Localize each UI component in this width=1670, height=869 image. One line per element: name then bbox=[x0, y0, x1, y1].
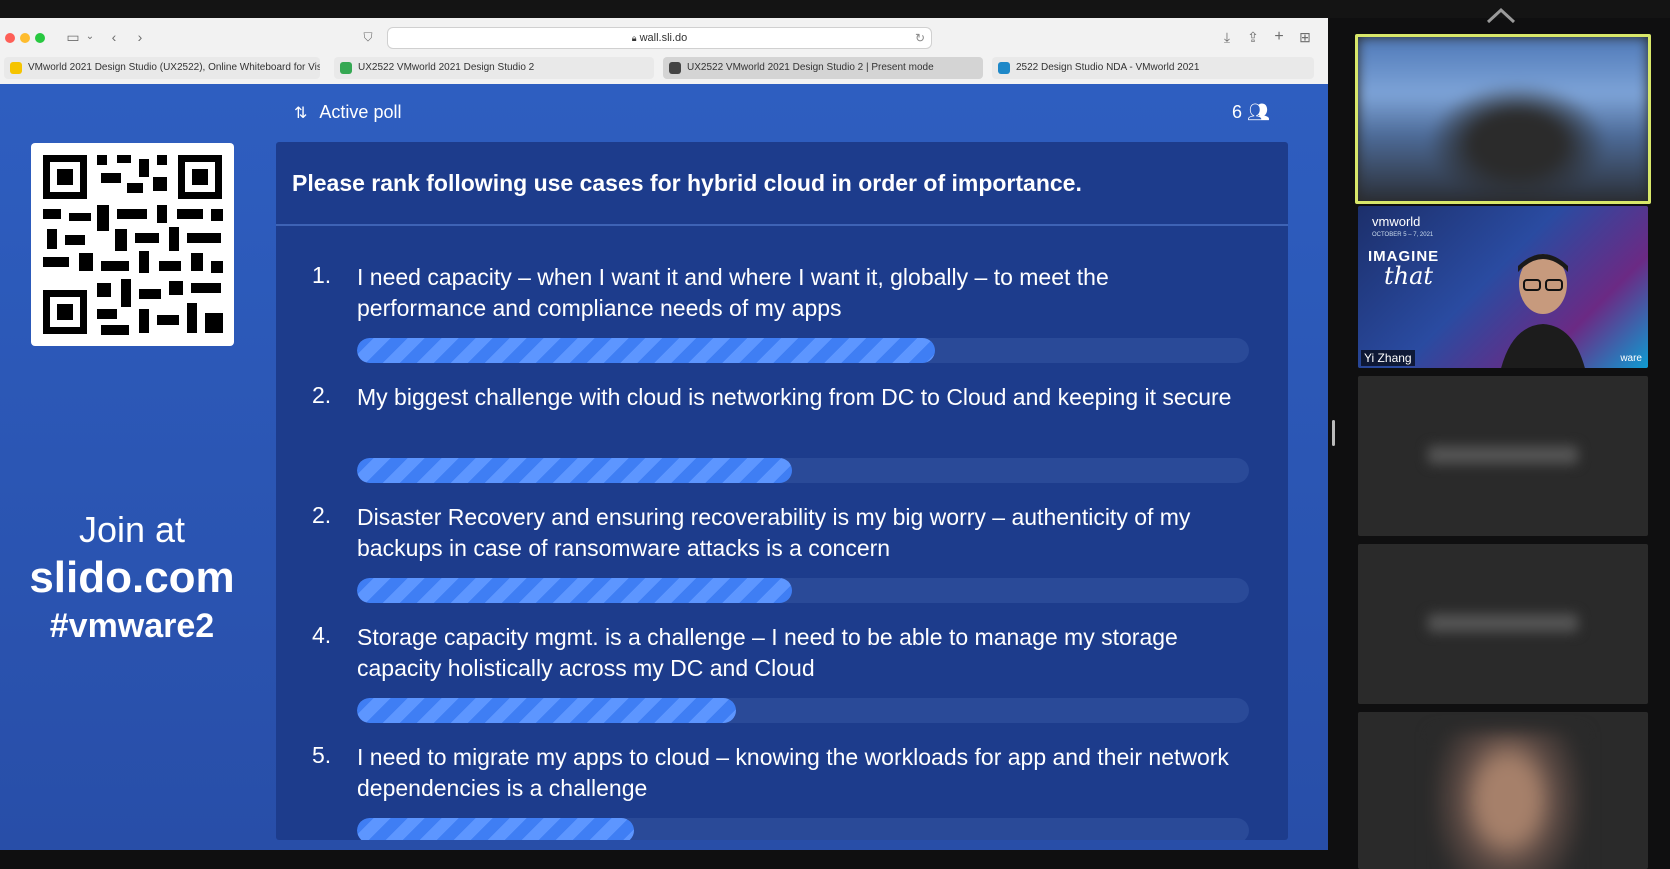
progress-bar bbox=[357, 818, 1249, 840]
that-text: that bbox=[1384, 262, 1434, 290]
option-text: My biggest challenge with cloud is netwo… bbox=[357, 384, 1232, 410]
progress-bar bbox=[357, 698, 1249, 723]
ranking-list: 1. I need capacity – when I want it and … bbox=[276, 262, 1288, 840]
progress-bar bbox=[357, 338, 1249, 363]
rank-number: 4. bbox=[312, 622, 332, 648]
progress-fill bbox=[357, 458, 793, 483]
qr-code-image bbox=[43, 155, 223, 335]
video-tile-participant[interactable] bbox=[1358, 376, 1648, 536]
poll-card: Please rank following use cases for hybr… bbox=[276, 142, 1288, 840]
progress-fill bbox=[357, 698, 737, 723]
tab-label: 2522 Design Studio NDA - VMworld 2021 bbox=[1016, 62, 1200, 73]
video-feed bbox=[1358, 37, 1648, 201]
tab-nda[interactable]: 2522 Design Studio NDA - VMworld 2021 bbox=[992, 57, 1314, 79]
share-icon[interactable]: ⇪ bbox=[1244, 27, 1262, 47]
join-url: slido.com bbox=[29, 553, 235, 602]
reload-icon[interactable]: ↻ bbox=[915, 28, 925, 48]
participant-name: Yi Zhang bbox=[1361, 350, 1415, 366]
back-icon[interactable]: ‹ bbox=[106, 27, 122, 47]
rank-number: 1. bbox=[312, 262, 332, 288]
tab-design-studio[interactable]: UX2522 VMworld 2021 Design Studio 2 bbox=[334, 57, 654, 79]
tab-favicon-icon bbox=[998, 62, 1010, 74]
poll-label: Active poll bbox=[319, 102, 402, 122]
vmworld-logo: vmworld bbox=[1372, 214, 1421, 229]
tab-label: VMworld 2021 Design Studio (UX2522), Onl… bbox=[28, 62, 320, 73]
tab-present-mode[interactable]: UX2522 VMworld 2021 Design Studio 2 | Pr… bbox=[663, 57, 983, 79]
minimize-window-button[interactable] bbox=[20, 33, 30, 43]
tab-overview-icon[interactable]: ⊞ bbox=[1296, 27, 1314, 47]
list-item: 5. I need to migrate my apps to cloud – … bbox=[276, 742, 1288, 840]
speaker-video bbox=[1501, 254, 1585, 368]
list-item: 2. My biggest challenge with cloud is ne… bbox=[276, 382, 1288, 502]
people-icon: 👥︎ bbox=[1247, 102, 1270, 122]
option-text: I need capacity – when I want it and whe… bbox=[357, 264, 1109, 321]
system-top-bar bbox=[0, 0, 1670, 18]
chevron-down-icon[interactable]: ⌄ bbox=[84, 27, 96, 47]
poll-header: ⇅ Active poll bbox=[294, 102, 401, 123]
zoom-window-button[interactable] bbox=[35, 33, 45, 43]
join-at-label: Join at bbox=[78, 509, 186, 550]
qr-code bbox=[31, 143, 234, 346]
forward-icon[interactable]: › bbox=[132, 27, 148, 47]
url-text: wall.sli.do bbox=[639, 32, 688, 44]
progress-fill bbox=[357, 818, 634, 840]
browser-window: ▭ ⌄ ‹ › ⛉ 🔒︎ wall.sli.do ↻ ⤓ ⇪ + ⊞ VMwor… bbox=[0, 18, 1328, 850]
divider bbox=[276, 224, 1288, 226]
swap-arrows-icon: ⇅ bbox=[294, 105, 308, 122]
tab-favicon-icon bbox=[10, 62, 22, 74]
new-tab-icon[interactable]: + bbox=[1270, 27, 1288, 47]
video-feed bbox=[1433, 732, 1583, 869]
participant-name bbox=[1428, 446, 1578, 464]
panel-resize-handle[interactable] bbox=[1332, 420, 1335, 446]
participant-count-value: 6 bbox=[1232, 102, 1243, 122]
brand-tag: ware bbox=[1620, 353, 1642, 364]
rank-number: 2. bbox=[312, 382, 332, 408]
participant-name bbox=[1428, 614, 1578, 632]
tab-bar: VMworld 2021 Design Studio (UX2522), Onl… bbox=[0, 55, 1328, 83]
video-tile-participant[interactable] bbox=[1358, 712, 1648, 869]
sidebar-toggle-icon[interactable]: ▭ bbox=[60, 27, 86, 47]
progress-fill bbox=[357, 338, 936, 363]
rank-number: 5. bbox=[312, 742, 332, 768]
close-window-button[interactable] bbox=[5, 33, 15, 43]
option-text: Disaster Recovery and ensuring recoverab… bbox=[357, 504, 1191, 561]
option-text: I need to migrate my apps to cloud – kno… bbox=[357, 744, 1229, 801]
tab-label: UX2522 VMworld 2021 Design Studio 2 | Pr… bbox=[687, 62, 934, 73]
tab-favicon-icon bbox=[669, 62, 681, 74]
list-item: 2. Disaster Recovery and ensuring recove… bbox=[276, 502, 1288, 622]
tab-whiteboard[interactable]: VMworld 2021 Design Studio (UX2522), Onl… bbox=[4, 57, 320, 79]
progress-bar bbox=[357, 458, 1249, 483]
lock-icon: 🔒︎ bbox=[631, 33, 637, 43]
address-bar[interactable]: 🔒︎ wall.sli.do ↻ bbox=[387, 27, 932, 49]
event-code: #vmware2 bbox=[49, 607, 215, 645]
tab-label: UX2522 VMworld 2021 Design Studio 2 bbox=[358, 62, 535, 73]
slido-presentation: ⇅ Active poll 6 👥︎ Join at slido.com #vm… bbox=[0, 84, 1328, 850]
chevron-up-icon[interactable] bbox=[1486, 6, 1516, 26]
option-text: Storage capacity mgmt. is a challenge – … bbox=[357, 624, 1178, 681]
video-tile-participant[interactable] bbox=[1358, 544, 1648, 704]
list-item: 4. Storage capacity mgmt. is a challenge… bbox=[276, 622, 1288, 742]
list-item: 1. I need capacity – when I want it and … bbox=[276, 262, 1288, 382]
video-tile-yi-zhang[interactable]: vmworld OCTOBER 5 – 7, 2021 IMAGINE that… bbox=[1358, 206, 1648, 368]
poll-question: Please rank following use cases for hybr… bbox=[292, 170, 1082, 196]
participant-count: 6 👥︎ bbox=[1232, 102, 1270, 123]
join-instructions: Join at slido.com #vmware2 bbox=[0, 509, 264, 646]
progress-bar bbox=[357, 578, 1249, 603]
event-date: OCTOBER 5 – 7, 2021 bbox=[1372, 232, 1434, 238]
browser-chrome: ▭ ⌄ ‹ › ⛉ 🔒︎ wall.sli.do ↻ ⤓ ⇪ + ⊞ VMwor… bbox=[0, 18, 1328, 85]
video-tile-active-speaker[interactable] bbox=[1355, 34, 1651, 204]
tab-favicon-icon bbox=[340, 62, 352, 74]
download-icon[interactable]: ⤓ bbox=[1218, 27, 1236, 47]
progress-fill bbox=[357, 578, 793, 603]
rank-number: 2. bbox=[312, 502, 332, 528]
shield-icon[interactable]: ⛉ bbox=[360, 27, 376, 47]
